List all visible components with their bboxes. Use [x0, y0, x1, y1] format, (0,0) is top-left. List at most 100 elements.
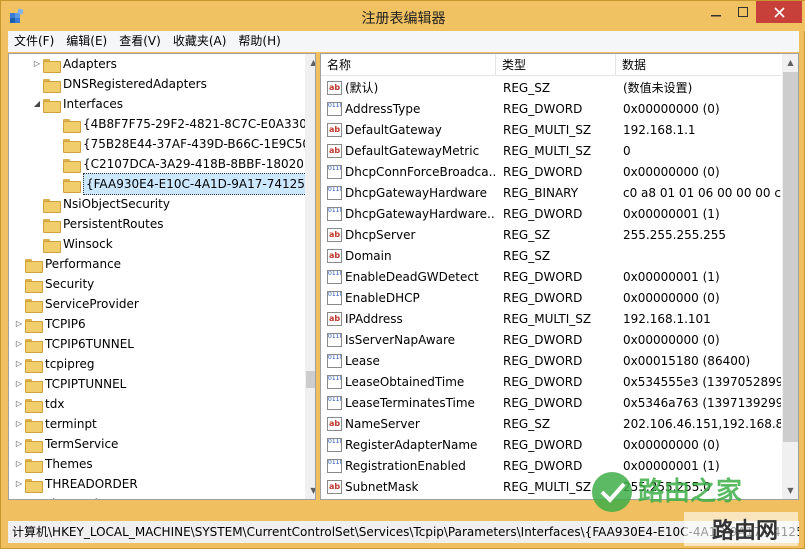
close-button[interactable]: [756, 1, 802, 23]
tree-item[interactable]: ▷ TCPIP6TUNNEL: [13, 334, 134, 354]
value-data: 0x00000001 (1): [623, 459, 720, 473]
list-scroll-thumb[interactable]: [783, 72, 798, 442]
tree-expander-icon[interactable]: ▷: [13, 458, 25, 470]
value-row[interactable]: 0110 AddressType REG_DWORD 0x00000000 (0): [321, 99, 782, 120]
tree-item[interactable]: DNSRegisteredAdapters: [31, 74, 207, 94]
folder-icon: [43, 97, 61, 113]
tree-scroll-thumb[interactable]: [306, 371, 315, 388]
value-row[interactable]: ab Domain REG_SZ: [321, 246, 782, 267]
scroll-up-arrow-icon[interactable]: ▲: [782, 54, 798, 71]
value-name: DhcpServer: [345, 228, 416, 242]
tree-expander-icon[interactable]: ▷: [13, 358, 25, 370]
window-title: 注册表编辑器: [361, 11, 446, 27]
minimize-button[interactable]: [702, 1, 729, 23]
tree-item[interactable]: {4B8F7F75-29F2-4821-8C7C-E0A33028: [51, 114, 315, 134]
value-row[interactable]: 0110 DhcpGatewayHardware... REG_DWORD 0x000…: [321, 204, 782, 225]
menu-file[interactable]: 文件(F): [8, 31, 60, 52]
key-tree-pane[interactable]: ▷ Adapters DNSRegisteredAdapters ◢ Interface…: [8, 53, 316, 500]
value-type: REG_DWORD: [503, 165, 583, 179]
tree-item[interactable]: {FAA930E4-E10C-4A1D-9A17-7412532: [51, 173, 315, 195]
value-row[interactable]: 0110 RegistrationEnabled REG_DWORD 0x000000…: [321, 456, 782, 477]
tree-expander-icon[interactable]: ▷: [13, 378, 25, 390]
minimize-icon: [710, 15, 721, 17]
menu-favorites[interactable]: 收藏夹(A): [167, 31, 233, 52]
tree-item[interactable]: PersistentRoutes: [31, 214, 163, 234]
value-row[interactable]: ab (默认) REG_SZ (数值未设置): [321, 78, 782, 99]
values-list-pane[interactable]: 名称 类型 数据 ab (默认) REG_SZ (数值未设置) 0110 AddressT…: [320, 53, 799, 500]
value-row[interactable]: 0110 LeaseObtainedTime REG_DWORD 0x534555e3…: [321, 372, 782, 393]
list-vertical-scrollbar[interactable]: ▲ ▼: [782, 54, 798, 499]
tree-item[interactable]: ▷ TCPIPTUNNEL: [13, 374, 126, 394]
string-value-icon: ab: [327, 81, 342, 95]
tree-item-label: TimeBroker: [45, 494, 113, 499]
value-row[interactable]: 0110 EnableDHCP REG_DWORD 0x00000000 (0): [321, 288, 782, 309]
tree-item[interactable]: {75B28E44-37AF-439D-B66C-1E9C504: [51, 134, 315, 154]
folder-icon: [63, 177, 81, 193]
tree-item[interactable]: ▷ TCPIP6: [13, 314, 86, 334]
value-type: REG_DWORD: [503, 102, 583, 116]
binary-value-icon: 0110: [327, 102, 342, 116]
tree-item[interactable]: Performance: [13, 254, 121, 274]
value-row[interactable]: 0110 Lease REG_DWORD 0x00015180 (86400): [321, 351, 782, 372]
binary-value-icon: 0110: [327, 333, 342, 347]
tree-expander-icon[interactable]: ▷: [13, 338, 25, 350]
tree-expander-icon[interactable]: ◢: [31, 98, 43, 110]
value-row[interactable]: ab SubnetMask REG_MULTI_SZ 255.255.255.0: [321, 477, 782, 498]
folder-icon: [43, 77, 61, 93]
maximize-button[interactable]: [729, 1, 756, 23]
tree-item[interactable]: ServiceProvider: [13, 294, 139, 314]
scroll-down-arrow-icon[interactable]: ▼: [782, 482, 798, 499]
tree-expander-icon[interactable]: ▷: [31, 58, 43, 70]
value-row[interactable]: 0110 DhcpConnForceBroadca... REG_DWORD 0x00…: [321, 162, 782, 183]
menu-help[interactable]: 帮助(H): [232, 31, 286, 52]
value-row[interactable]: 0110 IsServerNapAware REG_DWORD 0x00000000 …: [321, 330, 782, 351]
tree-item[interactable]: ▷ Adapters: [31, 54, 117, 74]
tree-item[interactable]: {C2107DCA-3A29-418B-8BBF-18020F4: [51, 154, 316, 174]
tree-item[interactable]: ▷ terminpt: [13, 414, 97, 434]
tree-item[interactable]: ▷ tdx: [13, 394, 64, 414]
value-row[interactable]: ab IPAddress REG_MULTI_SZ 192.168.1.101: [321, 309, 782, 330]
tree-expander-icon[interactable]: ▷: [13, 418, 25, 430]
column-type-header[interactable]: 类型: [496, 54, 616, 76]
tree-item[interactable]: ▷ Themes: [13, 454, 93, 474]
tree-expander-icon[interactable]: ▷: [13, 438, 25, 450]
tree-item[interactable]: ▷ tcpipreg: [13, 354, 95, 374]
menu-view[interactable]: 查看(V): [113, 31, 167, 52]
tree-item[interactable]: ▷ TimeBroker: [13, 494, 113, 499]
value-row[interactable]: ab DefaultGateway REG_MULTI_SZ 192.168.1.1: [321, 120, 782, 141]
folder-icon: [25, 317, 43, 333]
tree-item[interactable]: Security: [13, 274, 94, 294]
menu-edit[interactable]: 编辑(E): [60, 31, 113, 52]
scroll-up-arrow-icon[interactable]: ▲: [305, 54, 315, 71]
value-row[interactable]: 0110 DhcpGatewayHardware REG_BINARY c0 a8 0…: [321, 183, 782, 204]
value-data: 202.106.46.151,192.168.88.1: [623, 417, 781, 431]
binary-value-icon: 0110: [327, 270, 342, 284]
tree-item[interactable]: Winsock: [31, 234, 113, 254]
tree-item[interactable]: NsiObjectSecurity: [31, 194, 170, 214]
tree-item[interactable]: ▷ THREADORDER: [13, 474, 138, 494]
column-name-header[interactable]: 名称: [321, 54, 496, 76]
tree-expander-icon[interactable]: ▷: [13, 498, 25, 499]
title-bar[interactable]: 注册表编辑器: [1, 1, 805, 31]
value-row[interactable]: 0110 EnableDeadGWDetect REG_DWORD 0x0000000…: [321, 267, 782, 288]
tree-item-label: {C2107DCA-3A29-418B-8BBF-18020F4: [83, 157, 316, 171]
value-row[interactable]: 0110 LeaseTerminatesTime REG_DWORD 0x5346a7…: [321, 393, 782, 414]
value-type: REG_DWORD: [503, 333, 583, 347]
value-row[interactable]: ab NameServer REG_SZ 202.106.46.151,192.168…: [321, 414, 782, 435]
tree-item[interactable]: ▷ TermService: [13, 434, 118, 454]
value-row[interactable]: ab DhcpServer REG_SZ 255.255.255.255: [321, 225, 782, 246]
folder-icon: [25, 377, 43, 393]
tree-item[interactable]: ◢ Interfaces: [31, 94, 123, 114]
tree-expander-icon[interactable]: ▷: [13, 318, 25, 330]
tree-vertical-scrollbar[interactable]: ▲ ▼: [305, 54, 315, 499]
scroll-down-arrow-icon[interactable]: ▼: [305, 482, 315, 499]
tree-expander-icon[interactable]: ▷: [13, 478, 25, 490]
value-row[interactable]: 0110 RegisterAdapterName REG_DWORD 0x000000…: [321, 435, 782, 456]
column-data-header[interactable]: 数据: [616, 54, 782, 76]
tree-expander-icon[interactable]: ▷: [13, 398, 25, 410]
string-value-icon: ab: [327, 123, 342, 137]
value-row[interactable]: ab DefaultGatewayMetric REG_MULTI_SZ 0: [321, 141, 782, 162]
